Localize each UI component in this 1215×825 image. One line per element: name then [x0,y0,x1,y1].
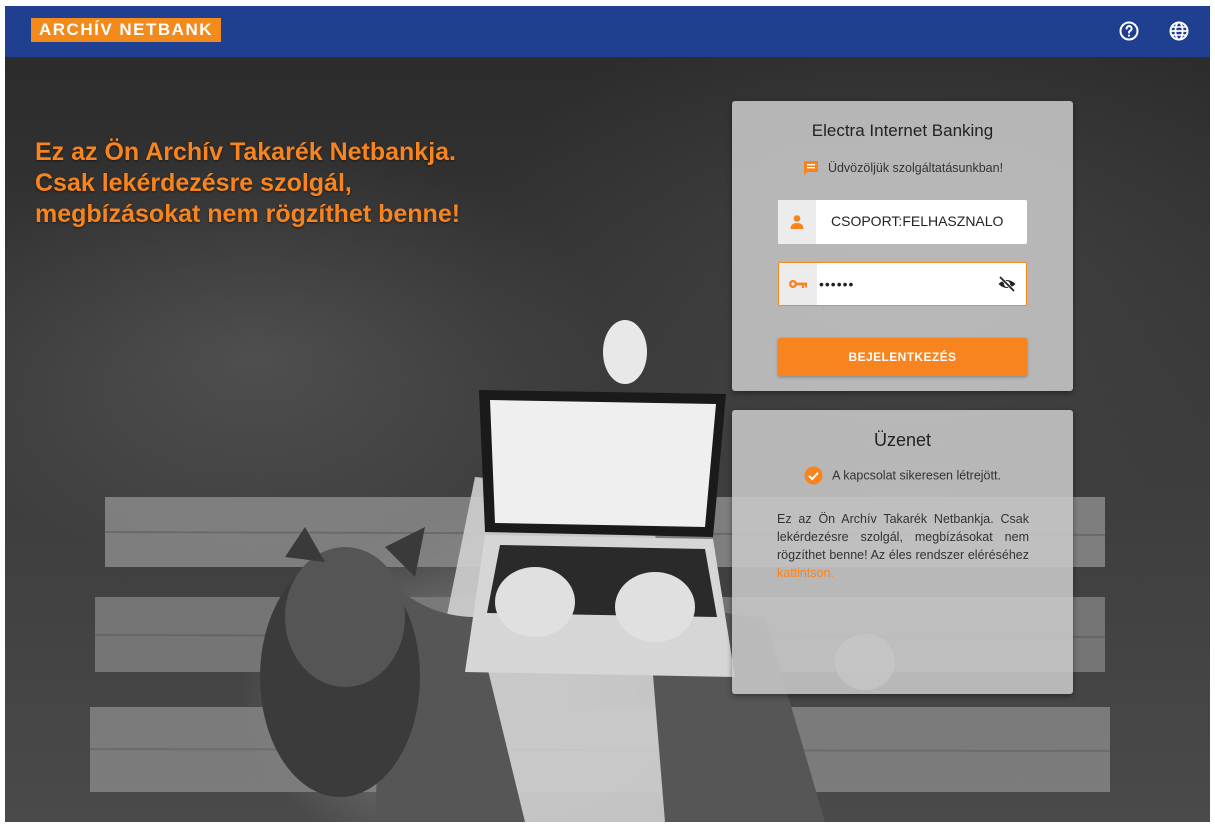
check-circle-icon [804,466,823,485]
top-bar: ARCHÍV NETBANK [5,6,1210,57]
chat-icon [803,161,818,175]
hero-headline: Ez az Ön Archív Takarék Netbankja. Csak … [35,137,555,230]
password-input[interactable] [819,263,989,305]
welcome-text: Üdvözöljük szolgáltatásunkban! [827,161,1004,175]
username-input[interactable] [818,200,1023,242]
welcome-message: Üdvözöljük szolgáltatásunkban! [732,159,1073,177]
connection-status: A kapcsolat sikeresen létrejött. [732,466,1073,485]
message-title: Üzenet [873,430,932,450]
user-icon [790,215,804,229]
username-field[interactable] [778,200,1027,244]
password-field[interactable] [778,262,1027,306]
help-circle-icon[interactable] [1117,19,1141,43]
status-text: A kapcsolat sikeresen létrejött. [832,468,1001,483]
headline-line-2: Csak lekérdezésre szolgál, [35,169,352,197]
message-text: Ez az Ön Archív Takarék Netbankja. Csak … [777,512,1029,562]
headline-line-1: Ez az Ön Archív Takarék Netbankja. [35,138,456,166]
headline-line-3: megbízásokat nem rögzíthet benne! [35,200,461,228]
login-card: Electra Internet Banking Üdvözöljük szol… [732,101,1073,391]
logo[interactable]: ARCHÍV NETBANK [31,18,221,42]
username-prefix [778,200,816,244]
live-system-link[interactable]: kattintson. [777,566,834,580]
eye-off-icon[interactable] [997,274,1017,294]
globe-icon[interactable] [1167,19,1191,43]
password-prefix [779,263,817,305]
app-frame: ARCHÍV NETBANK Ez az Ön Archív Takarék N… [5,6,1210,822]
login-title: Electra Internet Banking [811,121,994,140]
key-icon [789,280,807,288]
message-body: Ez az Ön Archív Takarék Netbankja. Csak … [777,510,1029,582]
message-card: Üzenet A kapcsolat sikeresen létrejött. … [732,410,1073,694]
login-button[interactable]: BEJELENTKEZÉS [778,338,1027,376]
